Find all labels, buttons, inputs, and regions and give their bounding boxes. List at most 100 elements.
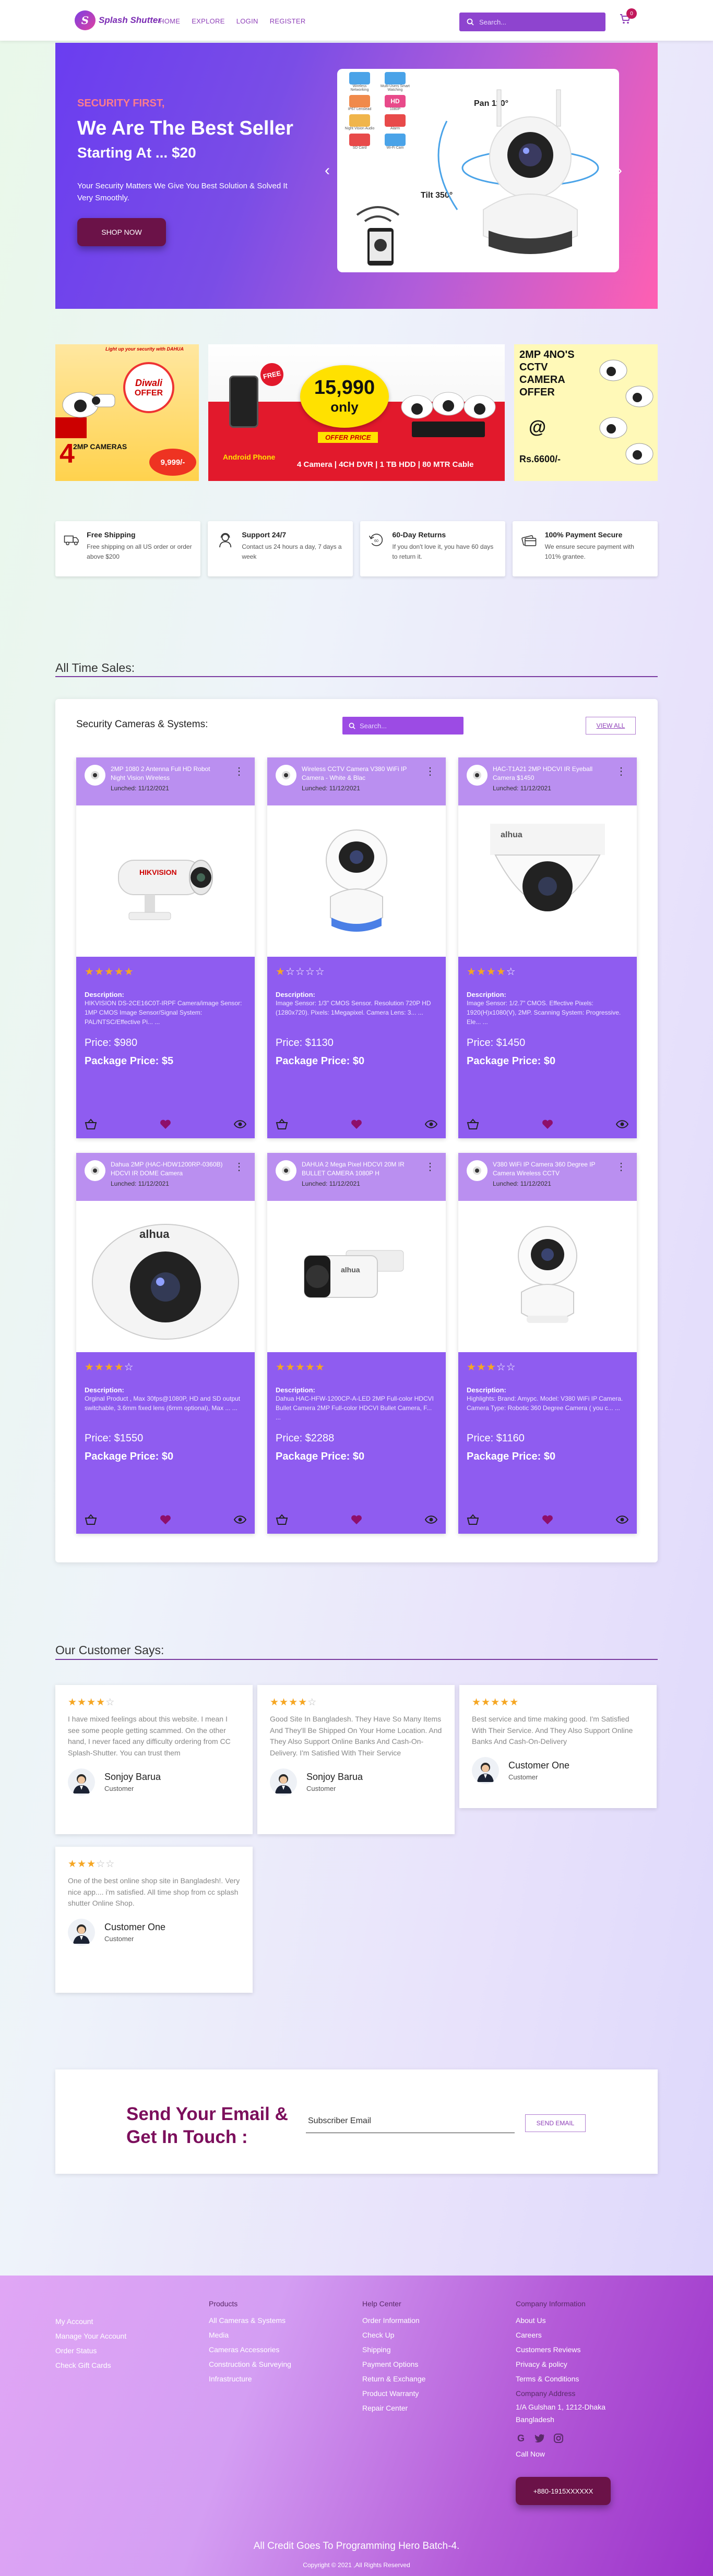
eye-icon[interactable]: [616, 1120, 628, 1129]
star-filled-icon: ★: [481, 1697, 491, 1708]
footer-link[interactable]: Return & Exchange: [362, 2372, 425, 2386]
heart-icon[interactable]: [351, 1514, 362, 1525]
footer-link[interactable]: Order Information: [362, 2313, 425, 2328]
eye-icon[interactable]: [425, 1515, 437, 1524]
basket-icon[interactable]: [467, 1514, 479, 1525]
product-card[interactable]: Dahua 2MP (HAC-HDW1200RP-0360B) HDCVI IR…: [76, 1153, 255, 1534]
more-options-icon[interactable]: ⋮: [616, 766, 626, 777]
star-empty-icon: ☆: [496, 1362, 506, 1373]
product-image[interactable]: alhua: [76, 1201, 255, 1352]
product-image[interactable]: alhua: [458, 805, 637, 957]
nav-explore[interactable]: EXPLORE: [192, 17, 225, 25]
view-all-button[interactable]: VIEW ALL: [586, 717, 636, 735]
carousel-prev-icon[interactable]: ‹: [325, 162, 330, 179]
logo[interactable]: S Splash Shutter: [75, 10, 161, 30]
nav-register[interactable]: REGISTER: [270, 17, 306, 25]
nav-home[interactable]: HOME: [159, 17, 180, 25]
star-empty-icon: ☆: [124, 1362, 134, 1373]
promo-c-title: 2MP 4NO'S CCTV CAMERA OFFER: [519, 349, 575, 398]
more-options-icon[interactable]: ⋮: [425, 1162, 435, 1172]
package-price-badge: 15,990 only: [300, 365, 389, 428]
footer-link[interactable]: Product Warranty: [362, 2386, 425, 2401]
footer-link[interactable]: Manage Your Account: [55, 2329, 126, 2343]
product-title[interactable]: Wireless CCTV Camera V380 WiFi IP Camera…: [302, 765, 417, 783]
newsletter-section: Send Your Email & Get In Touch : SEND EM…: [55, 2069, 658, 2174]
promo-banner-diwali[interactable]: Light up your security with DAHUA Diwali…: [55, 344, 199, 481]
product-image[interactable]: [267, 805, 446, 957]
header-search-input[interactable]: [479, 18, 594, 26]
footer-link[interactable]: Privacy & policy: [516, 2357, 651, 2372]
eye-icon[interactable]: [234, 1515, 246, 1524]
sales-section-title: All Time Sales:: [55, 661, 135, 675]
footer-link[interactable]: Repair Center: [362, 2401, 425, 2415]
promo-banner-package[interactable]: 15,990 only OFFER PRICE FREE Android Pho…: [208, 344, 505, 481]
footer-link[interactable]: Check Up: [362, 2328, 425, 2342]
product-title[interactable]: V380 WiFi IP Camera 360 Degree IP Camera…: [493, 1160, 608, 1178]
footer-link[interactable]: Construction & Surveying: [209, 2357, 291, 2372]
product-launch-date: Lunched: 11/12/2021: [111, 1179, 169, 1187]
footer-link[interactable]: Payment Options: [362, 2357, 425, 2372]
star-empty-icon: ☆: [285, 966, 295, 978]
basket-icon[interactable]: [276, 1514, 288, 1525]
products-search-input[interactable]: [360, 721, 459, 730]
product-card[interactable]: DAHUA 2 Mega Pixel HDCVI 20M IR BULLET C…: [267, 1153, 446, 1534]
footer-col-help: Help Center Order Information Check Up S…: [362, 2300, 425, 2415]
svg-text:G: G: [517, 2433, 525, 2443]
footer-link[interactable]: Infrastructure: [209, 2372, 291, 2386]
product-image[interactable]: [458, 1201, 637, 1352]
basket-icon[interactable]: [85, 1514, 97, 1525]
footer-link[interactable]: Check Gift Cards: [55, 2358, 126, 2373]
heart-icon[interactable]: [160, 1514, 171, 1525]
star-filled-icon: ★: [104, 1362, 114, 1373]
star-filled-icon: ★: [476, 1362, 486, 1373]
more-options-icon[interactable]: ⋮: [234, 1162, 244, 1172]
footer-link[interactable]: About Us: [516, 2313, 651, 2328]
heart-icon[interactable]: [351, 1119, 362, 1129]
feature-badge: Alarm: [379, 114, 411, 130]
footer-link[interactable]: Shipping: [362, 2342, 425, 2357]
footer-link[interactable]: Order Status: [55, 2343, 126, 2358]
cart-button[interactable]: 0: [619, 8, 637, 28]
product-title[interactable]: HAC-T1A21 2MP HDCVI IR Eyeball Camera $1…: [493, 765, 608, 783]
footer-link[interactable]: Media: [209, 2328, 291, 2342]
promo-banner-2mp[interactable]: 2MP 4NO'S CCTV CAMERA OFFER @ Rs.6600/-: [514, 344, 658, 481]
more-options-icon[interactable]: ⋮: [425, 766, 435, 777]
product-image[interactable]: HIKVISION: [76, 805, 255, 957]
basket-icon[interactable]: [467, 1118, 479, 1130]
eye-icon[interactable]: [616, 1515, 628, 1524]
more-options-icon[interactable]: ⋮: [616, 1162, 626, 1172]
product-title[interactable]: 2MP 1080 2 Antenna Full HD Robot Night V…: [111, 765, 225, 783]
eye-icon[interactable]: [425, 1120, 437, 1129]
footer-link[interactable]: Careers: [516, 2328, 651, 2342]
card-header: DAHUA 2 Mega Pixel HDCVI 20M IR BULLET C…: [267, 1153, 446, 1201]
heart-icon[interactable]: [542, 1514, 553, 1525]
send-email-button[interactable]: SEND EMAIL: [525, 2114, 586, 2132]
footer-link[interactable]: All Cameras & Systems: [209, 2313, 291, 2328]
basket-icon[interactable]: [276, 1118, 288, 1130]
nav-login[interactable]: LOGIN: [236, 17, 258, 25]
product-image[interactable]: alhua: [267, 1201, 446, 1352]
heart-icon[interactable]: [160, 1119, 171, 1129]
product-title[interactable]: DAHUA 2 Mega Pixel HDCVI 20M IR BULLET C…: [302, 1160, 417, 1178]
footer-link[interactable]: Customers Reviews: [516, 2342, 651, 2357]
more-options-icon[interactable]: ⋮: [234, 766, 244, 777]
subscriber-email-input[interactable]: [306, 2109, 515, 2133]
instagram-icon[interactable]: [553, 2433, 564, 2443]
product-card[interactable]: HAC-T1A21 2MP HDCVI IR Eyeball Camera $1…: [458, 757, 637, 1138]
footer-link[interactable]: My Account: [55, 2314, 126, 2329]
shop-now-button[interactable]: SHOP NOW: [77, 218, 166, 246]
product-card[interactable]: V380 WiFi IP Camera 360 Degree IP Camera…: [458, 1153, 637, 1534]
basket-icon[interactable]: [85, 1118, 97, 1130]
product-title[interactable]: Dahua 2MP (HAC-HDW1200RP-0360B) HDCVI IR…: [111, 1160, 225, 1178]
call-phone-button[interactable]: +880-1915XXXXXX: [516, 2477, 611, 2505]
product-card[interactable]: Wireless CCTV Camera V380 WiFi IP Camera…: [267, 757, 446, 1138]
google-icon[interactable]: G: [516, 2433, 526, 2443]
card-header: 2MP 1080 2 Antenna Full HD Robot Night V…: [76, 757, 255, 805]
feature-title: Free Shipping: [87, 531, 136, 539]
heart-icon[interactable]: [542, 1119, 553, 1129]
footer-link[interactable]: Terms & Conditions: [516, 2372, 651, 2386]
product-card[interactable]: 2MP 1080 2 Antenna Full HD Robot Night V…: [76, 757, 255, 1138]
footer-link[interactable]: Cameras Accessories: [209, 2342, 291, 2357]
twitter-icon[interactable]: [534, 2433, 545, 2443]
eye-icon[interactable]: [234, 1120, 246, 1129]
